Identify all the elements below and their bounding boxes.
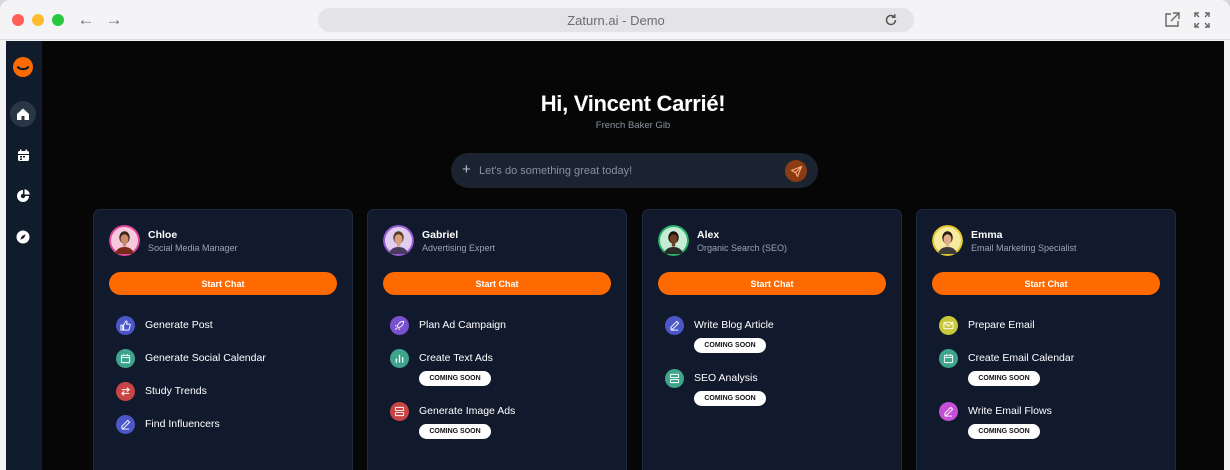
- browser-titlebar: ← → Zaturn.ai - Demo: [0, 0, 1230, 40]
- task-label: Plan Ad Campaign: [419, 319, 506, 331]
- prompt-input[interactable]: [479, 162, 779, 180]
- agent-name: Alex: [697, 229, 720, 241]
- calendar-icon: [116, 349, 135, 368]
- task-label: Write Blog Article: [694, 319, 774, 331]
- dashboard-main: Hi, Vincent Carrié! French Baker Gib + C…: [42, 41, 1224, 470]
- task-label: Generate Social Calendar: [145, 352, 266, 364]
- coming-soon-badge: COMING SOON: [968, 423, 1040, 439]
- page-title: Zaturn.ai - Demo: [567, 13, 665, 28]
- avatar: [109, 225, 140, 256]
- coming-soon-badge: COMING SOON: [694, 390, 766, 406]
- task-label: Find Influencers: [145, 418, 220, 430]
- task-label: SEO Analysis: [694, 371, 758, 384]
- browser-window: ← → Zaturn.ai - Demo Hi, Vincent Carrié!…: [0, 0, 1230, 470]
- back-arrow-icon[interactable]: ←: [76, 10, 96, 30]
- reload-icon[interactable]: [882, 11, 900, 29]
- open-external-icon[interactable]: [1163, 11, 1181, 29]
- task-label: Study Trends: [145, 385, 207, 397]
- bar-chart-icon: [390, 349, 409, 368]
- plus-icon[interactable]: +: [462, 161, 471, 179]
- logo-icon[interactable]: [10, 54, 36, 80]
- close-window-button[interactable]: [12, 14, 24, 26]
- avatar: [932, 225, 963, 256]
- layout-icon: [390, 401, 409, 421]
- coming-soon-badge: COMING SOON: [968, 371, 1040, 386]
- pen-icon: [939, 401, 958, 421]
- chart-icon[interactable]: [10, 183, 36, 209]
- agent-role: Email Marketing Specialist: [971, 243, 1077, 253]
- thumbs-up-icon: [116, 316, 135, 335]
- sidebar: [6, 41, 42, 470]
- avatar: [658, 225, 689, 256]
- avatar: [383, 225, 414, 256]
- agent-role: Organic Search (SEO): [697, 243, 788, 253]
- start-chat-button[interactable]: Start Chat: [109, 272, 337, 295]
- forward-arrow-icon[interactable]: →: [104, 10, 124, 30]
- pen-icon: [116, 415, 135, 434]
- business-name: French Baker Gib: [595, 120, 671, 131]
- agent-name: Emma: [971, 229, 1003, 241]
- task-label: Write Email Flows: [968, 404, 1052, 417]
- maximize-window-button[interactable]: [52, 14, 64, 26]
- calendar-icon: [939, 349, 958, 368]
- swap-icon: [116, 382, 135, 401]
- agent-card-emma: Emma Email Marketing Specialist Start Chat…: [916, 209, 1176, 470]
- agent-card-alex: Alex Organic Search (SEO) Start Chat Write …: [642, 209, 902, 470]
- agent-role: Social Media Manager: [148, 243, 238, 253]
- home-icon[interactable]: [10, 101, 36, 127]
- send-button[interactable]: [785, 160, 807, 182]
- send-icon: [790, 165, 802, 177]
- minimize-window-button[interactable]: [32, 14, 44, 26]
- agent-name: Gabriel: [422, 229, 459, 241]
- start-chat-button[interactable]: Start Chat: [932, 272, 1160, 295]
- coming-soon-badge: COMING SOON: [694, 338, 766, 353]
- prompt-bar: +: [451, 153, 818, 188]
- greeting-heading: Hi, Vincent Carrié!: [540, 91, 726, 116]
- calendar-icon[interactable]: [10, 142, 36, 168]
- pen-icon: [665, 316, 684, 335]
- start-chat-button[interactable]: Start Chat: [383, 272, 611, 295]
- fullscreen-icon[interactable]: [1193, 11, 1211, 29]
- task-label: Prepare Email: [968, 319, 1035, 331]
- agent-name: Chloe: [148, 229, 178, 241]
- mail-icon: [939, 316, 958, 335]
- agent-role: Advertising Expert: [422, 243, 496, 253]
- app-content: Hi, Vincent Carrié! French Baker Gib + C…: [6, 41, 1224, 470]
- agent-card-chloe: Chloe Social Media Manager Start Chat Gener…: [93, 209, 353, 470]
- agent-card-gabriel: Gabriel Advertising Expert Start Chat Plan …: [367, 209, 627, 470]
- rocket-icon: [390, 316, 409, 335]
- coming-soon-badge: COMING SOON: [419, 423, 491, 439]
- compass-icon[interactable]: [10, 224, 36, 250]
- task-label: Generate Post: [145, 319, 213, 331]
- address-bar[interactable]: Zaturn.ai - Demo: [318, 8, 914, 32]
- layout-icon: [665, 368, 684, 388]
- task-label: Generate Image Ads: [419, 404, 516, 417]
- coming-soon-badge: COMING SOON: [419, 371, 491, 386]
- task-label: Create Text Ads: [419, 352, 493, 364]
- task-label: Create Email Calendar: [968, 352, 1075, 364]
- start-chat-button[interactable]: Start Chat: [658, 272, 886, 295]
